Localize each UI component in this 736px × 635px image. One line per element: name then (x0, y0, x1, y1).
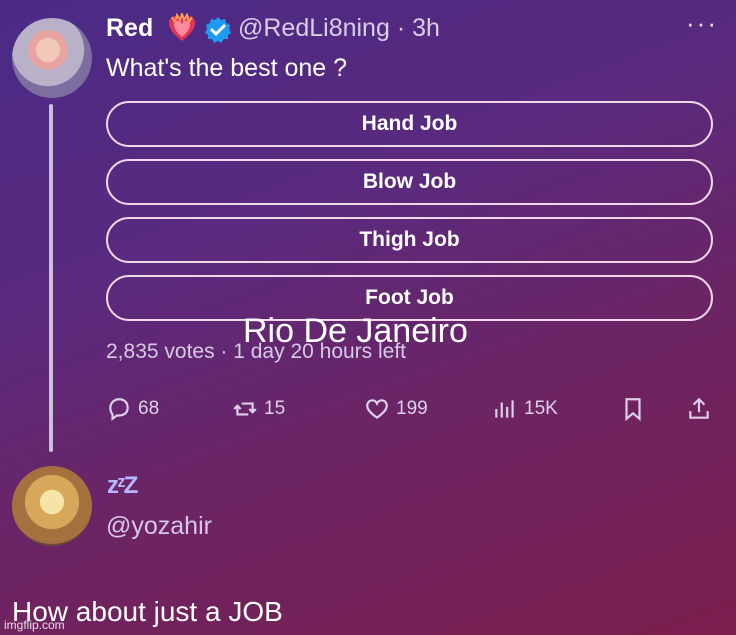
poll-option-1[interactable]: Hand Job (106, 101, 713, 147)
author-handle-time[interactable]: @RedLi8ning · 3h (238, 14, 440, 43)
reply-button[interactable]: 68 (106, 396, 159, 422)
more-options-icon[interactable]: ··· (686, 8, 718, 39)
reply-icon (109, 398, 129, 421)
bookmark-icon (625, 398, 641, 422)
sleeping-status-icon: zᶻZ (107, 472, 138, 499)
analytics-icon (495, 400, 514, 418)
bookmark-button[interactable] (620, 396, 646, 422)
reply-user-handle[interactable]: @yozahir (106, 512, 212, 541)
views-button[interactable]: 15K (492, 396, 558, 422)
like-button[interactable]: 199 (364, 396, 428, 422)
poll-option-3[interactable]: Thigh Job (106, 217, 713, 263)
retweet-icon (233, 402, 257, 416)
retweet-count: 15 (264, 398, 286, 419)
like-count: 199 (396, 398, 428, 419)
retweet-button[interactable]: 15 (232, 396, 285, 422)
overlay-caption: Rio De Janeiro (243, 312, 468, 350)
verified-badge-icon (205, 17, 231, 43)
views-count: 15K (524, 398, 558, 419)
share-button[interactable] (686, 396, 712, 422)
reply-count: 68 (138, 398, 160, 419)
poll-option-2[interactable]: Blow Job (106, 159, 713, 205)
author-name[interactable]: Red (106, 14, 153, 43)
avatar-yozahir[interactable] (12, 466, 92, 546)
thread-line (49, 104, 53, 452)
heart-outline-icon (366, 399, 388, 419)
tweet-text: What's the best one ? (106, 54, 348, 82)
flaming-heart-icon (169, 13, 195, 41)
imgflip-watermark: imgflip.com (4, 618, 65, 632)
avatar-red[interactable] (12, 18, 92, 98)
share-icon (689, 397, 709, 419)
